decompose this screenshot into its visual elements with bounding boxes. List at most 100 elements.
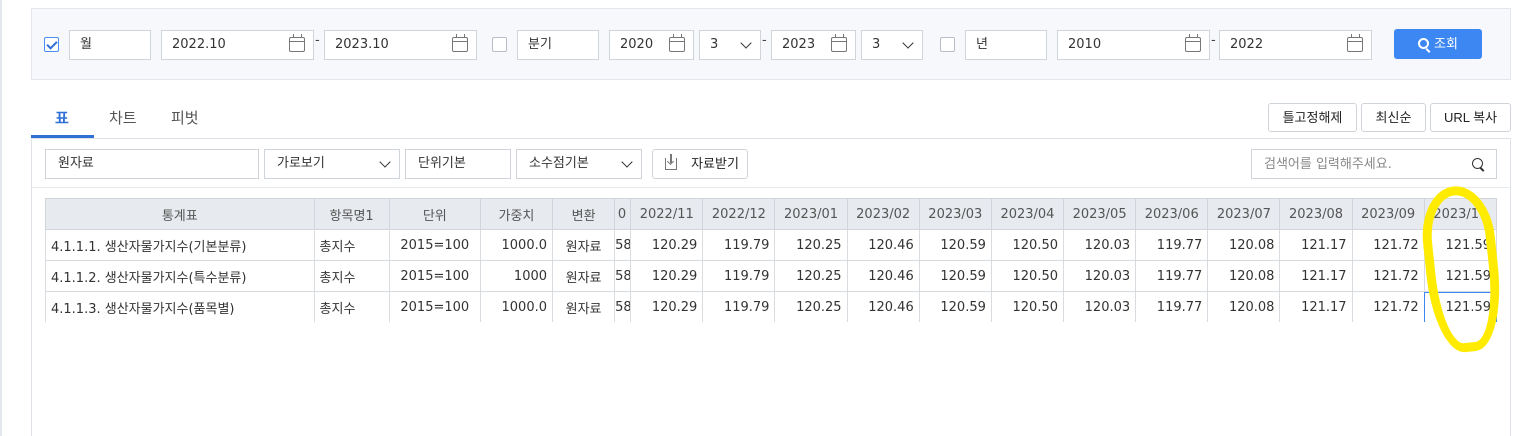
latest-order-button[interactable]: 최신순 <box>1361 103 1426 132</box>
yearly-checkbox[interactable] <box>940 37 955 52</box>
decimal-select[interactable]: 소수점기본 <box>516 149 642 179</box>
table-cell[interactable]: 121.59 <box>1423 229 1497 261</box>
table-cell[interactable]: 120.59 <box>918 229 992 261</box>
column-header[interactable]: 2023/03 <box>918 198 992 230</box>
table-cell[interactable]: 120.03 <box>1063 291 1137 322</box>
table-cell[interactable]: 121.17 <box>1279 291 1353 322</box>
quarterly-start-year-input[interactable]: 2020 <box>609 30 694 60</box>
table-cell[interactable]: 121.72 <box>1351 291 1425 322</box>
table-cell[interactable]: 58 <box>614 260 632 292</box>
calendar-icon[interactable] <box>669 34 685 52</box>
table-cell[interactable]: 119.79 <box>702 229 776 261</box>
table-cell[interactable]: 121.59 <box>1423 260 1497 292</box>
search-button[interactable]: 조회 <box>1394 29 1482 59</box>
table-cell[interactable]: 120.29 <box>630 229 704 261</box>
table-cell[interactable]: 121.17 <box>1279 260 1353 292</box>
search-icon[interactable] <box>1472 158 1483 169</box>
tab-chart[interactable]: 차트 <box>109 107 137 128</box>
column-header[interactable]: 변환 <box>552 198 616 230</box>
table-row[interactable]: 4.1.1.2. 생산자물가지수(특수분류) 총지수 2015=100 1000… <box>45 260 1497 292</box>
quarterly-start-quarter-select[interactable]: 3 <box>699 30 761 60</box>
column-header[interactable]: 2023/09 <box>1351 198 1425 230</box>
table-cell[interactable]: 121.72 <box>1351 260 1425 292</box>
table-cell[interactable]: 2015=100 <box>388 260 481 292</box>
download-button[interactable]: 자료받기 <box>652 149 748 179</box>
column-header[interactable]: 2023/10 <box>1423 198 1497 230</box>
tab-pivot[interactable]: 피벗 <box>171 107 199 128</box>
table-row[interactable]: 4.1.1.1. 생산자물가지수(기본분류) 총지수 2015=100 1000… <box>45 229 1497 261</box>
table-cell[interactable]: 총지수 <box>313 260 390 292</box>
table-cell[interactable]: 120.46 <box>846 260 920 292</box>
view-mode-select[interactable]: 가로보기 <box>264 149 400 179</box>
table-cell[interactable]: 120.59 <box>918 291 992 322</box>
table-cell[interactable]: 총지수 <box>313 229 390 261</box>
column-header[interactable]: 2023/01 <box>774 198 848 230</box>
column-header[interactable]: 2023/08 <box>1279 198 1353 230</box>
table-cell[interactable]: 119.79 <box>702 291 776 322</box>
table-cell[interactable]: 120.03 <box>1063 229 1137 261</box>
calendar-icon[interactable] <box>1185 34 1201 52</box>
table-cell[interactable]: 58 <box>614 291 632 322</box>
column-header[interactable]: 항목명1 <box>313 198 390 230</box>
search-input[interactable] <box>1251 149 1497 179</box>
table-cell[interactable]: 119.79 <box>702 260 776 292</box>
table-cell[interactable]: 2015=100 <box>388 291 481 322</box>
quarterly-end-quarter-select[interactable]: 3 <box>861 30 923 60</box>
table-cell[interactable]: 119.77 <box>1135 291 1209 322</box>
table-cell[interactable]: 120.08 <box>1207 260 1281 292</box>
table-cell[interactable]: 119.77 <box>1135 260 1209 292</box>
column-header[interactable]: 2023/07 <box>1207 198 1281 230</box>
monthly-start-date-input[interactable]: 2022.10 <box>161 30 314 60</box>
table-cell[interactable]: 4.1.1.3. 생산자물가지수(품목별) <box>45 291 315 322</box>
column-header[interactable]: 2023/06 <box>1135 198 1209 230</box>
table-cell[interactable]: 2015=100 <box>388 229 481 261</box>
unit-field[interactable]: 단위기본 <box>405 149 511 179</box>
table-cell[interactable]: 120.03 <box>1063 260 1137 292</box>
yearly-end-input[interactable]: 2022 <box>1219 30 1372 60</box>
column-header[interactable]: 통계표 <box>45 198 315 230</box>
copy-url-button[interactable]: URL 복사 <box>1430 103 1511 132</box>
table-cell[interactable]: 1000.0 <box>479 229 554 261</box>
table-cell[interactable]: 120.29 <box>630 260 704 292</box>
table-cell[interactable]: 1000 <box>479 260 554 292</box>
table-cell[interactable]: 120.08 <box>1207 229 1281 261</box>
monthly-checkbox[interactable] <box>44 37 59 52</box>
table-cell[interactable]: 120.25 <box>774 260 848 292</box>
table-cell[interactable]: 58 <box>614 229 632 261</box>
quarterly-checkbox[interactable] <box>492 37 507 52</box>
quarterly-end-year-input[interactable]: 2023 <box>771 30 856 60</box>
column-header[interactable]: 가중치 <box>479 198 554 230</box>
table-cell[interactable]: 1000.0 <box>479 291 554 322</box>
column-header[interactable]: 2023/02 <box>846 198 920 230</box>
table-cell[interactable]: 4.1.1.2. 생산자물가지수(특수분류) <box>45 260 315 292</box>
calendar-icon[interactable] <box>289 34 305 52</box>
column-header[interactable]: 2023/05 <box>1063 198 1137 230</box>
table-cell[interactable]: 120.46 <box>846 229 920 261</box>
column-header[interactable]: 2023/04 <box>990 198 1065 230</box>
column-header[interactable]: 2022/12 <box>702 198 776 230</box>
table-cell[interactable]: 원자료 <box>552 229 616 261</box>
table-cell[interactable]: 원자료 <box>552 260 616 292</box>
column-header[interactable]: 단위 <box>388 198 481 230</box>
table-row[interactable]: 4.1.1.3. 생산자물가지수(품목별) 총지수 2015=100 1000.… <box>45 291 1497 322</box>
table-cell[interactable]: 120.46 <box>846 291 920 322</box>
table-cell[interactable]: 120.25 <box>774 229 848 261</box>
table-cell[interactable]: 120.50 <box>990 260 1065 292</box>
table-cell[interactable]: 119.77 <box>1135 229 1209 261</box>
table-cell[interactable]: 120.59 <box>918 260 992 292</box>
unfreeze-button[interactable]: 틀고정해제 <box>1268 103 1357 132</box>
table-cell[interactable]: 4.1.1.1. 생산자물가지수(기본분류) <box>45 229 315 261</box>
yearly-start-input[interactable]: 2010 <box>1057 30 1210 60</box>
data-type-field[interactable]: 원자료 <box>45 149 259 179</box>
table-cell[interactable]: 120.50 <box>990 291 1065 322</box>
table-cell[interactable]: 120.25 <box>774 291 848 322</box>
table-cell[interactable]: 120.50 <box>990 229 1065 261</box>
column-header[interactable]: 0 <box>614 198 632 230</box>
calendar-icon[interactable] <box>452 34 468 52</box>
selected-table-cell[interactable]: 121.59 <box>1423 291 1497 322</box>
column-header[interactable]: 2022/11 <box>630 198 704 230</box>
table-cell[interactable]: 121.72 <box>1351 229 1425 261</box>
tab-table[interactable]: 표 <box>55 107 69 128</box>
table-cell[interactable]: 원자료 <box>552 291 616 322</box>
calendar-icon[interactable] <box>831 34 847 52</box>
